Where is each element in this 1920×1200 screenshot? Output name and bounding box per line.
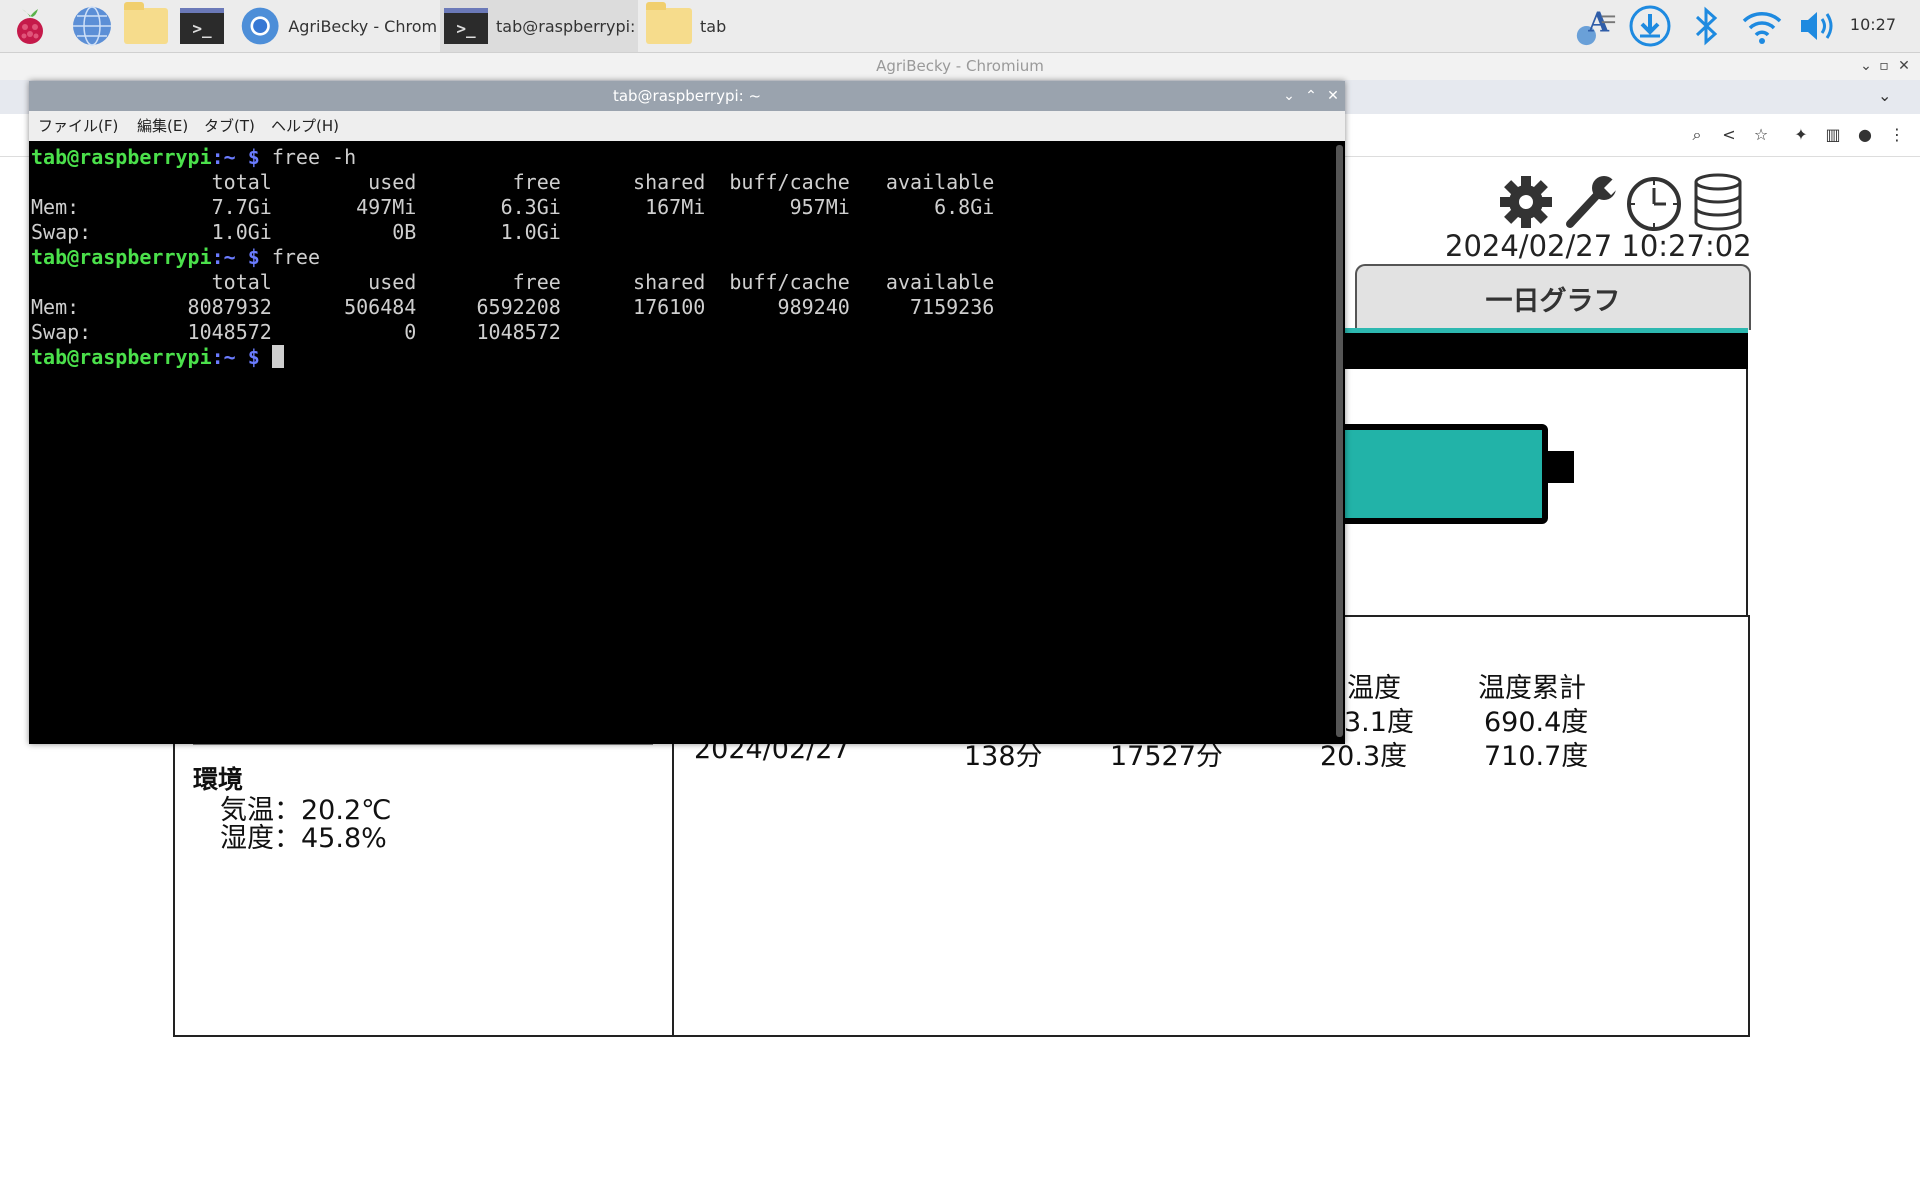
bluetooth-icon[interactable] — [1684, 4, 1728, 48]
keyboard-layout-icon[interactable]: A — [1573, 4, 1617, 48]
taskbar: >_ AgriBecky - Chromi... >_ tab@raspberr… — [0, 0, 1920, 53]
terminal-output-line: Swap: 1048572 0 1048572 — [31, 320, 561, 344]
current-datetime: 2024/02/27 10:27:02 — [1445, 229, 1752, 263]
file-manager-icon[interactable] — [124, 2, 168, 48]
web-browser-icon[interactable] — [70, 4, 114, 48]
terminal-close-icon[interactable]: ✕ — [1323, 81, 1343, 111]
volume-icon[interactable] — [1796, 4, 1840, 48]
task-chromium[interactable]: AgriBecky - Chromi... — [240, 0, 436, 52]
terminal-maximize-icon[interactable]: ⌃ — [1301, 81, 1321, 111]
terminal-scrollbar[interactable] — [1336, 145, 1343, 737]
terminal-command-line: tab@raspberrypi:~ $ free -h — [31, 145, 356, 170]
browser-minimize-icon[interactable]: ⌄ — [1856, 53, 1876, 80]
prompt-user: tab@raspberrypi — [31, 145, 212, 169]
battery-tip — [1548, 451, 1574, 483]
task-terminal[interactable]: >_ tab@raspberrypi: ~ — [440, 0, 638, 52]
terminal-menubar: ファイル(F) 編集(E) タブ(T) ヘルプ(H) — [29, 111, 1345, 141]
terminal-output-line: Swap: 1.0Gi 0B 1.0Gi — [31, 220, 561, 244]
terminal-output-line: total used free shared buff/cache availa… — [31, 270, 995, 294]
terminal-icon: >_ — [444, 8, 488, 44]
zoom-icon[interactable]: ⌕ — [1686, 124, 1708, 146]
command-text: free -h — [259, 145, 357, 169]
menu-file[interactable]: ファイル(F) — [38, 111, 118, 141]
task-label: tab — [700, 16, 727, 36]
terminal-launcher-icon[interactable]: >_ — [180, 4, 224, 48]
extensions-icon[interactable]: ✦ — [1790, 124, 1812, 146]
prompt-dir: :~ $ — [211, 245, 260, 269]
clock-icon[interactable] — [1624, 172, 1684, 232]
terminal-output-line: total used free shared buff/cache availa… — [31, 170, 995, 194]
folder-icon — [646, 2, 692, 44]
menu-help[interactable]: ヘルプ(H) — [271, 111, 339, 141]
download-icon[interactable] — [1628, 4, 1672, 48]
terminal-output-line: Mem: 7.7Gi 497Mi 6.3Gi 167Mi 957Mi 6.8Gi — [31, 195, 995, 219]
env-humidity: 湿度：45.8% — [220, 823, 387, 854]
terminal-output[interactable]: tab@raspberrypi:~ $ free -h total used f… — [29, 141, 1333, 744]
side-panel-icon[interactable]: ▥ — [1822, 124, 1844, 146]
task-label: tab@raspberrypi: ~ — [496, 16, 638, 36]
profile-icon[interactable]: ● — [1854, 124, 1876, 146]
tab-list-chevron-icon[interactable]: ⌄ — [1878, 86, 1891, 105]
clock[interactable]: 10:27 — [1850, 15, 1896, 34]
chromium-icon — [241, 7, 279, 45]
browser-maximize-icon[interactable]: ▫ — [1874, 53, 1894, 80]
terminal-output-line: Mem: 8087932 506484 6592208 176100 98924… — [31, 295, 995, 319]
table-cell: 710.7度 — [1484, 741, 1589, 772]
browser-window-title: AgriBecky - Chromium — [0, 53, 1920, 80]
terminal-command-line: tab@raspberrypi:~ $ — [31, 345, 284, 370]
header-bar — [1340, 333, 1748, 369]
prompt-dir: :~ $ — [211, 345, 260, 369]
share-icon[interactable]: < — [1718, 124, 1740, 146]
task-folder-tab[interactable]: tab — [642, 0, 742, 52]
wrench-icon[interactable] — [1560, 172, 1620, 232]
terminal-minimize-icon[interactable]: ⌄ — [1279, 81, 1299, 111]
terminal-command-line: tab@raspberrypi:~ $ free — [31, 245, 320, 270]
wifi-icon[interactable] — [1740, 4, 1784, 48]
terminal-window[interactable]: tab@raspberrypi: ~ ⌄ ⌃ ✕ ファイル(F) 編集(E) タ… — [29, 81, 1345, 744]
terminal-title[interactable]: tab@raspberrypi: ~ — [29, 81, 1345, 111]
browser-menu-icon[interactable]: ⋮ — [1886, 124, 1908, 146]
prompt-dir: :~ $ — [211, 145, 260, 169]
raspberry-menu-icon[interactable] — [8, 4, 52, 48]
terminal-cursor — [271, 345, 284, 368]
command-text: free — [259, 245, 321, 269]
settings-gear-icon[interactable] — [1496, 172, 1556, 232]
divider — [193, 744, 653, 745]
database-icon[interactable] — [1688, 172, 1748, 232]
menu-edit[interactable]: 編集(E) — [137, 111, 188, 141]
svg-text:A: A — [1587, 8, 1610, 39]
menu-tabs[interactable]: タブ(T) — [204, 111, 255, 141]
browser-close-icon[interactable]: ✕ — [1894, 53, 1914, 80]
bookmark-star-icon[interactable]: ☆ — [1750, 124, 1772, 146]
prompt-user: tab@raspberrypi — [31, 345, 212, 369]
command-text — [260, 345, 272, 369]
prompt-user: tab@raspberrypi — [31, 245, 212, 269]
tab-daily-graph[interactable]: 一日グラフ — [1355, 264, 1751, 330]
task-label: AgriBecky - Chromi... — [288, 16, 436, 36]
